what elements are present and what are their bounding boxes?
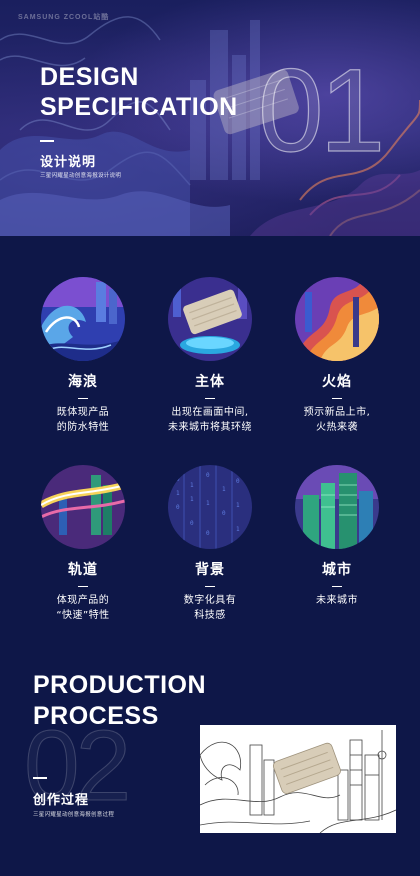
process-title-cn: 创作过程: [33, 793, 90, 808]
svg-text:1: 1: [176, 490, 180, 497]
svg-text:1: 1: [236, 526, 240, 533]
element-divider: [78, 398, 88, 399]
title-divider: [40, 140, 54, 142]
hero-banner: SAMSUNG ZCOOL站酷 01 DESIGN SPECIFICATION …: [0, 0, 420, 236]
ssd-product-illustration-icon: [168, 277, 252, 361]
element-divider: [205, 398, 215, 399]
process-title-line-2: PROCESS: [33, 702, 159, 730]
process-title-line-1: PRODUCTION: [33, 671, 207, 699]
svg-text:0: 0: [190, 520, 194, 527]
brand-logos: SAMSUNG ZCOOL站酷: [18, 14, 110, 21]
element-divider: [332, 398, 342, 399]
element-description: 出现在画面中间, 未来城市将其环绕: [168, 407, 252, 433]
svg-text:0: 0: [206, 530, 210, 537]
process-subtitle-cn: 三星闪耀星动创意海报创意过程: [33, 812, 115, 818]
svg-text:0: 0: [222, 510, 226, 517]
element-item: 0 1 0 1 1 0 0 1 0 1 0 0 1 1 背景 数字化具有 科技感: [155, 465, 265, 623]
digital-background-illustration-icon: 0 1 0 1 1 0 0 1 0 1 0 0 1 1: [168, 465, 252, 549]
element-divider: [332, 586, 342, 587]
section-subtitle-cn: 三星闪耀星动创意海报设计说明: [40, 173, 122, 179]
wave-illustration-icon: [41, 277, 125, 361]
element-name: 主体: [195, 374, 225, 390]
element-divider: [205, 586, 215, 587]
element-description: 既体现产品 的防水特性: [56, 407, 110, 433]
title-line-1: DESIGN: [40, 63, 139, 91]
element-item: 城市 未来城市: [282, 465, 392, 608]
element-name: 火焰: [322, 374, 352, 390]
element-name: 轨道: [68, 562, 98, 578]
svg-text:0: 0: [176, 476, 180, 483]
svg-text:1: 1: [190, 496, 194, 503]
svg-text:1: 1: [236, 502, 240, 509]
element-item: 海浪 既体现产品 的防水特性: [28, 277, 138, 435]
svg-text:1: 1: [206, 500, 210, 507]
element-item: 火焰 预示新品上市, 火热来袭: [282, 277, 392, 435]
section-number: 01: [257, 45, 385, 177]
svg-text:1: 1: [222, 486, 226, 493]
element-description: 预示新品上市, 火热来袭: [303, 407, 371, 433]
process-divider: [33, 777, 47, 779]
svg-text:1: 1: [190, 482, 194, 489]
element-description: 体现产品的 “快速”特性: [56, 595, 110, 621]
element-divider: [78, 586, 88, 587]
title-line-2: SPECIFICATION: [40, 93, 238, 121]
element-item: 主体 出现在画面中间, 未来城市将其环绕: [155, 277, 265, 435]
flame-illustration-icon: [295, 277, 379, 361]
line-sketch-illustration-icon: [200, 725, 396, 833]
svg-text:0: 0: [206, 472, 210, 479]
element-description: 数字化具有 科技感: [183, 595, 237, 621]
svg-text:0: 0: [236, 478, 240, 485]
element-name: 背景: [195, 562, 225, 578]
element-item: 轨道 体现产品的 “快速”特性: [28, 465, 138, 623]
section-title-cn: 设计说明: [40, 155, 97, 170]
svg-text:0: 0: [176, 504, 180, 511]
element-description: 未来城市: [316, 595, 358, 606]
city-illustration-icon: [295, 465, 379, 549]
track-illustration-icon: [41, 465, 125, 549]
element-name: 海浪: [68, 374, 98, 390]
element-name: 城市: [322, 562, 352, 578]
